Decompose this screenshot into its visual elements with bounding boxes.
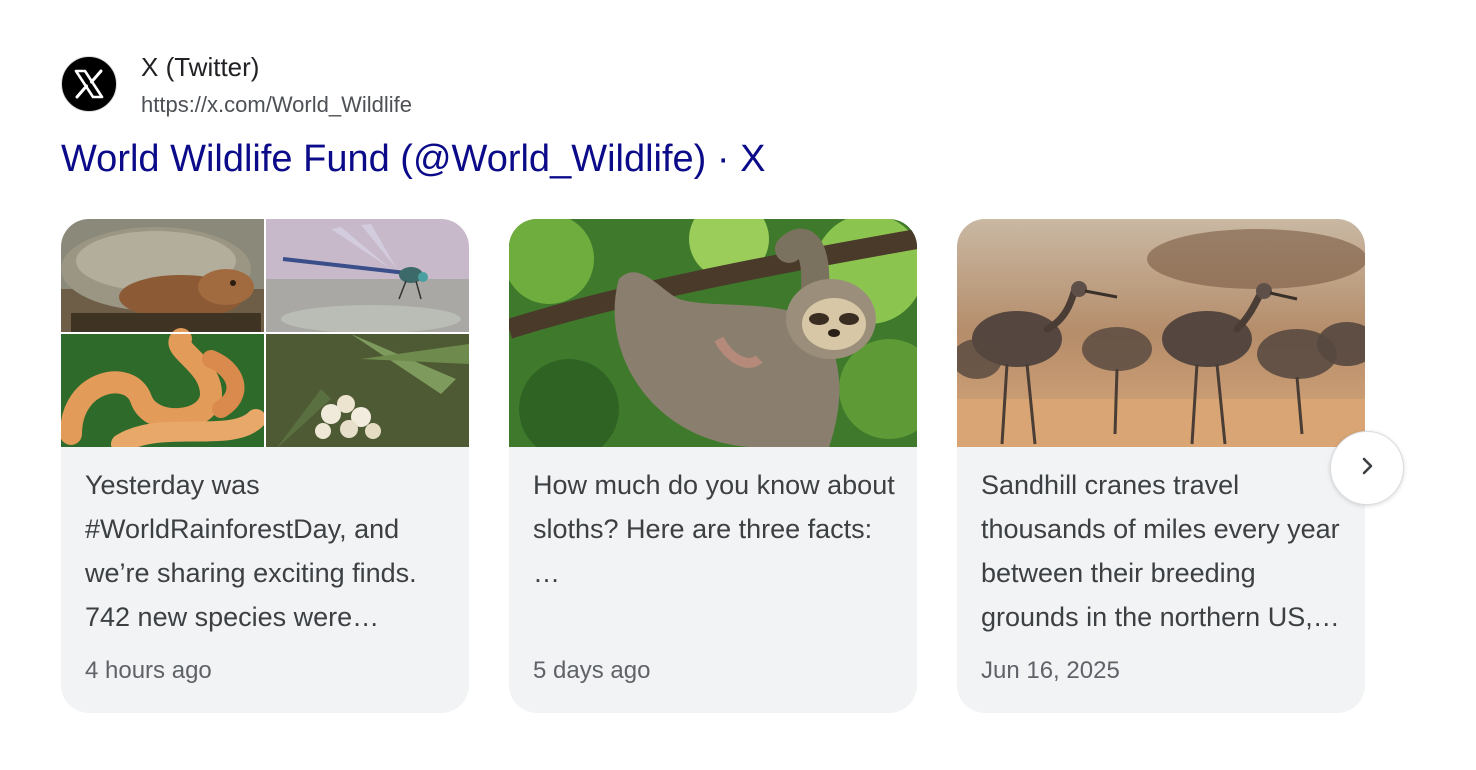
post-text: Sandhill cranes travel thousands of mile… [981,470,1340,632]
sloth-hanging-on-branch-image [509,219,917,447]
rainforest-species-collage-image [61,219,469,447]
x-logo-icon [61,56,117,112]
post-timestamp: 4 hours ago [85,657,212,684]
post-card-1[interactable]: Yesterday was #WorldRainforestDay, and w… [61,219,469,713]
post-card-2[interactable]: How much do you know about sloths? Here … [509,219,917,713]
post-text: Yesterday was #WorldRainforestDay, and w… [85,470,417,632]
chevron-right-icon [1355,454,1379,483]
source-header[interactable]: X (Twitter) https://x.com/World_Wildlife [61,50,481,120]
carousel-next-button[interactable] [1330,431,1404,505]
site-url: https://x.com/World_Wildlife [141,92,413,117]
post-card-3[interactable]: Sandhill cranes travel thousands of mile… [957,219,1365,713]
post-text: How much do you know about sloths? Here … [533,470,895,588]
site-name: X (Twitter) [141,52,260,82]
post-timestamp: 5 days ago [533,657,651,684]
sandhill-cranes-flock-image [957,219,1365,447]
post-timestamp: Jun 16, 2025 [981,657,1120,684]
result-title-link[interactable]: World Wildlife Fund (@World_Wildlife) · … [61,138,765,181]
